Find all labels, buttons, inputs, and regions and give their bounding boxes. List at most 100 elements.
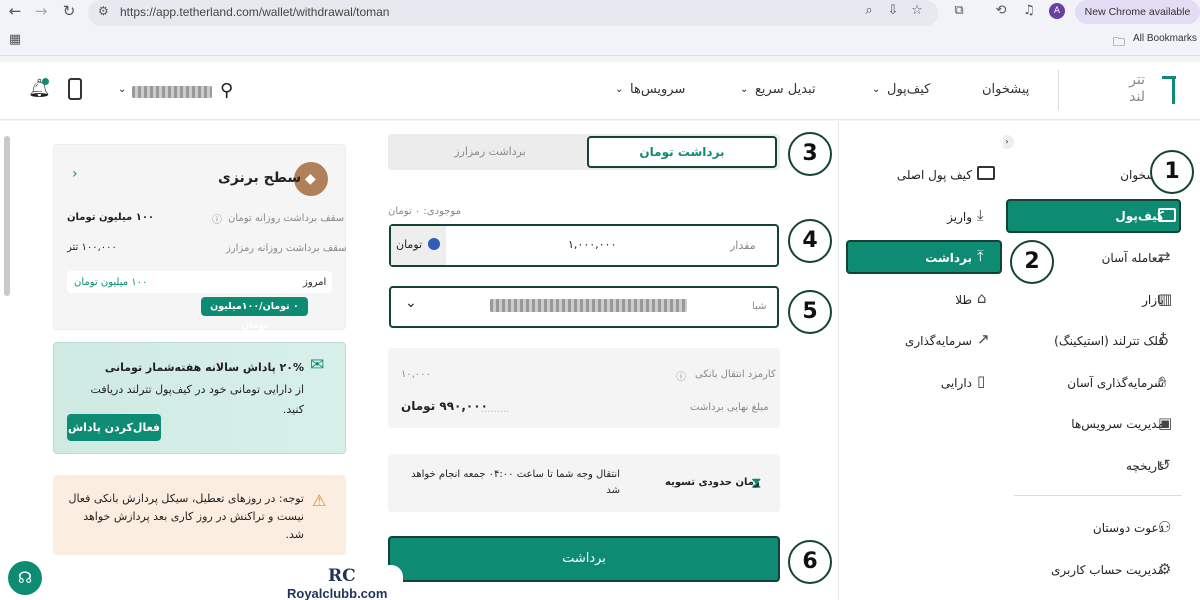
chevron-down-icon: ⌄ [740, 84, 749, 95]
callout-1: 1 [1150, 150, 1194, 194]
back-icon[interactable]: ← [4, 0, 26, 22]
settlement-label: زمان حدودی تسویه [665, 477, 760, 488]
apps-icon[interactable]: ▦ [4, 29, 26, 51]
promo-title: ۲۰% پاداش سالانه هفته‌شمار تومانی [104, 361, 304, 374]
user-settings-icon: ⚙ [1158, 560, 1172, 578]
install-icon[interactable]: ⇩ [882, 0, 904, 22]
level-title: سطح برنزی [218, 170, 302, 186]
add-user-icon: ⚇ [1158, 518, 1172, 536]
user-icon[interactable]: ⚲ [220, 80, 233, 101]
withdraw-submit-button[interactable]: برداشت [388, 536, 780, 582]
fee-value: ۱۰,۰۰۰ [401, 369, 432, 380]
all-bookmarks[interactable]: All Bookmarks [1133, 33, 1197, 44]
sidebar-item-invite[interactable]: دعوت دوستان [1093, 521, 1164, 535]
usage-badge: ۰ تومان/۱۰۰میلیون تومان [201, 297, 308, 331]
callout-4: 4 [788, 219, 832, 263]
mobile-icon[interactable] [68, 78, 82, 100]
new-chrome-button[interactable]: New Chrome available [1075, 0, 1200, 24]
scrollbar[interactable] [4, 136, 10, 296]
amount-value: ۱,۰۰۰,۰۰۰ [568, 238, 617, 251]
invest-icon: ✋︎ [1158, 373, 1167, 391]
logo-text: تتر لند [1129, 72, 1145, 105]
balance-text: موجودی: ۰ تومان [388, 206, 461, 217]
toman-icon [428, 238, 440, 250]
nav-quick-convert[interactable]: تبدیل سریع [755, 82, 816, 97]
url-text: https://app.tetherland.com/wallet/withdr… [120, 5, 390, 19]
chevron-down-icon: ⌄ [872, 84, 881, 95]
callout-2: 2 [1010, 240, 1054, 284]
exchange-icon: ⇄ [1158, 248, 1171, 266]
fee-summary [388, 348, 780, 428]
submenu-deposit[interactable]: واریز [947, 210, 972, 224]
callout-3: 3 [788, 132, 832, 176]
chevron-right-icon[interactable]: › [72, 166, 78, 182]
activate-reward-button[interactable]: فعال‌کردن پاداش [67, 414, 161, 441]
folder-icon: 🗀 [1113, 35, 1126, 49]
sheba-label: شبا [752, 301, 767, 312]
upload-icon: ⤒ [977, 247, 984, 265]
username-blurred[interactable] [132, 86, 212, 98]
sidebar-item-easy-trade[interactable]: معامله آسان [1102, 251, 1164, 265]
watermark-logo: RC [328, 566, 356, 586]
submenu-withdraw-label: برداشت [925, 251, 972, 265]
gold-icon: ⌂ [977, 289, 987, 307]
notice-text: توجه: در روزهای تعطیل، سیکل پردازش بانکی… [68, 492, 304, 541]
sidebar-item-services[interactable]: مدیریت سرویس‌ها [1071, 417, 1164, 431]
piggy-icon: ♁ [1158, 331, 1169, 349]
profile-avatar[interactable]: A [1049, 3, 1065, 19]
amount-label: مقدار [730, 239, 756, 252]
briefcase-icon: ▣ [1158, 414, 1173, 432]
sheba-value-blurred [490, 299, 687, 312]
submenu-assets[interactable]: دارایی [941, 376, 972, 390]
fee-label: کارمزد انتقال بانکی [695, 369, 776, 380]
settlement-text: انتقال وجه شما تا ساعت ۰۴:۰۰ جمعه انجام … [411, 469, 620, 496]
submenu-gold[interactable]: طلا [955, 293, 972, 307]
bookmark-star-icon[interactable]: ☆ [906, 0, 928, 22]
daily-crypto-value: ۱۰۰,۰۰۰ تتر [67, 242, 117, 253]
chart-icon: ▥ [1158, 290, 1173, 308]
sidebar-item-account[interactable]: مدیریت حساب کاربری [1051, 563, 1164, 577]
chevron-down-icon: ⌄ [118, 84, 127, 95]
daily-toman-value: ۱۰۰ میلیون تومان [67, 212, 155, 223]
tab-crypto[interactable]: برداشت رمزارز [400, 145, 580, 158]
nav-services[interactable]: سرویس‌ها [630, 82, 685, 97]
tab-toman[interactable]: برداشت تومان [587, 136, 777, 168]
site-info-icon[interactable]: ⚙ [98, 4, 109, 18]
callout-6: 6 [788, 540, 832, 584]
chevron-down-icon: ⌄ [405, 295, 417, 311]
zoom-icon[interactable]: ⌕ [858, 0, 880, 22]
media-icon[interactable]: ♫ [1018, 0, 1040, 22]
wallet-icon [1158, 208, 1176, 222]
nav-dashboard[interactable]: پیشخوان [982, 82, 1029, 97]
notification-dot [42, 78, 49, 85]
submenu-main-wallet[interactable]: کیف پول اصلی [897, 168, 972, 182]
extensions-icon[interactable]: ⧉ [948, 0, 970, 22]
currency-label: تومان [396, 238, 423, 251]
money-icon: ✉ [310, 355, 325, 375]
submenu-investment[interactable]: سرمایه‌گذاری [905, 334, 972, 348]
divider [1014, 495, 1182, 496]
sidebar-item-label: کیف‌پول [1115, 209, 1164, 223]
reload-icon[interactable]: ↻ [58, 0, 80, 22]
download-icon: ⤓ [977, 206, 984, 224]
support-headset-icon[interactable]: ☊ [8, 561, 42, 595]
nav-wallet[interactable]: کیف‌پول [887, 82, 930, 97]
logo-icon[interactable] [1172, 76, 1175, 104]
trend-icon: ↗ [977, 330, 990, 348]
daily-crypto-label: سقف برداشت روزانه رمزارز [226, 243, 347, 254]
warning-icon: ⚠ [312, 491, 327, 510]
final-label: مبلغ نهایی برداشت [690, 402, 769, 413]
extension-icon[interactable]: ⟲ [990, 0, 1012, 22]
watermark-text: Royalclubb.com [287, 586, 388, 600]
browser-toolbar: ← → ↻ ⚙ https://app.tetherland.com/walle… [0, 0, 1200, 56]
assets-icon: ▯ [977, 372, 986, 390]
final-value: ۹۹۰,۰۰۰ تومان [401, 399, 488, 413]
today-label: امروز [303, 277, 327, 288]
info-icon: ⓘ [676, 372, 686, 383]
sidebar-item-staking[interactable]: قلک تترلند (استیکینگ) [1054, 334, 1164, 348]
wallet-icon [977, 166, 995, 180]
sidebar-item-easy-invest[interactable]: سرمایه‌گذاری آسان [1067, 376, 1164, 390]
chevron-down-icon: ⌄ [615, 84, 624, 95]
wallet-submenu [838, 121, 1003, 600]
forward-icon[interactable]: → [30, 0, 52, 22]
